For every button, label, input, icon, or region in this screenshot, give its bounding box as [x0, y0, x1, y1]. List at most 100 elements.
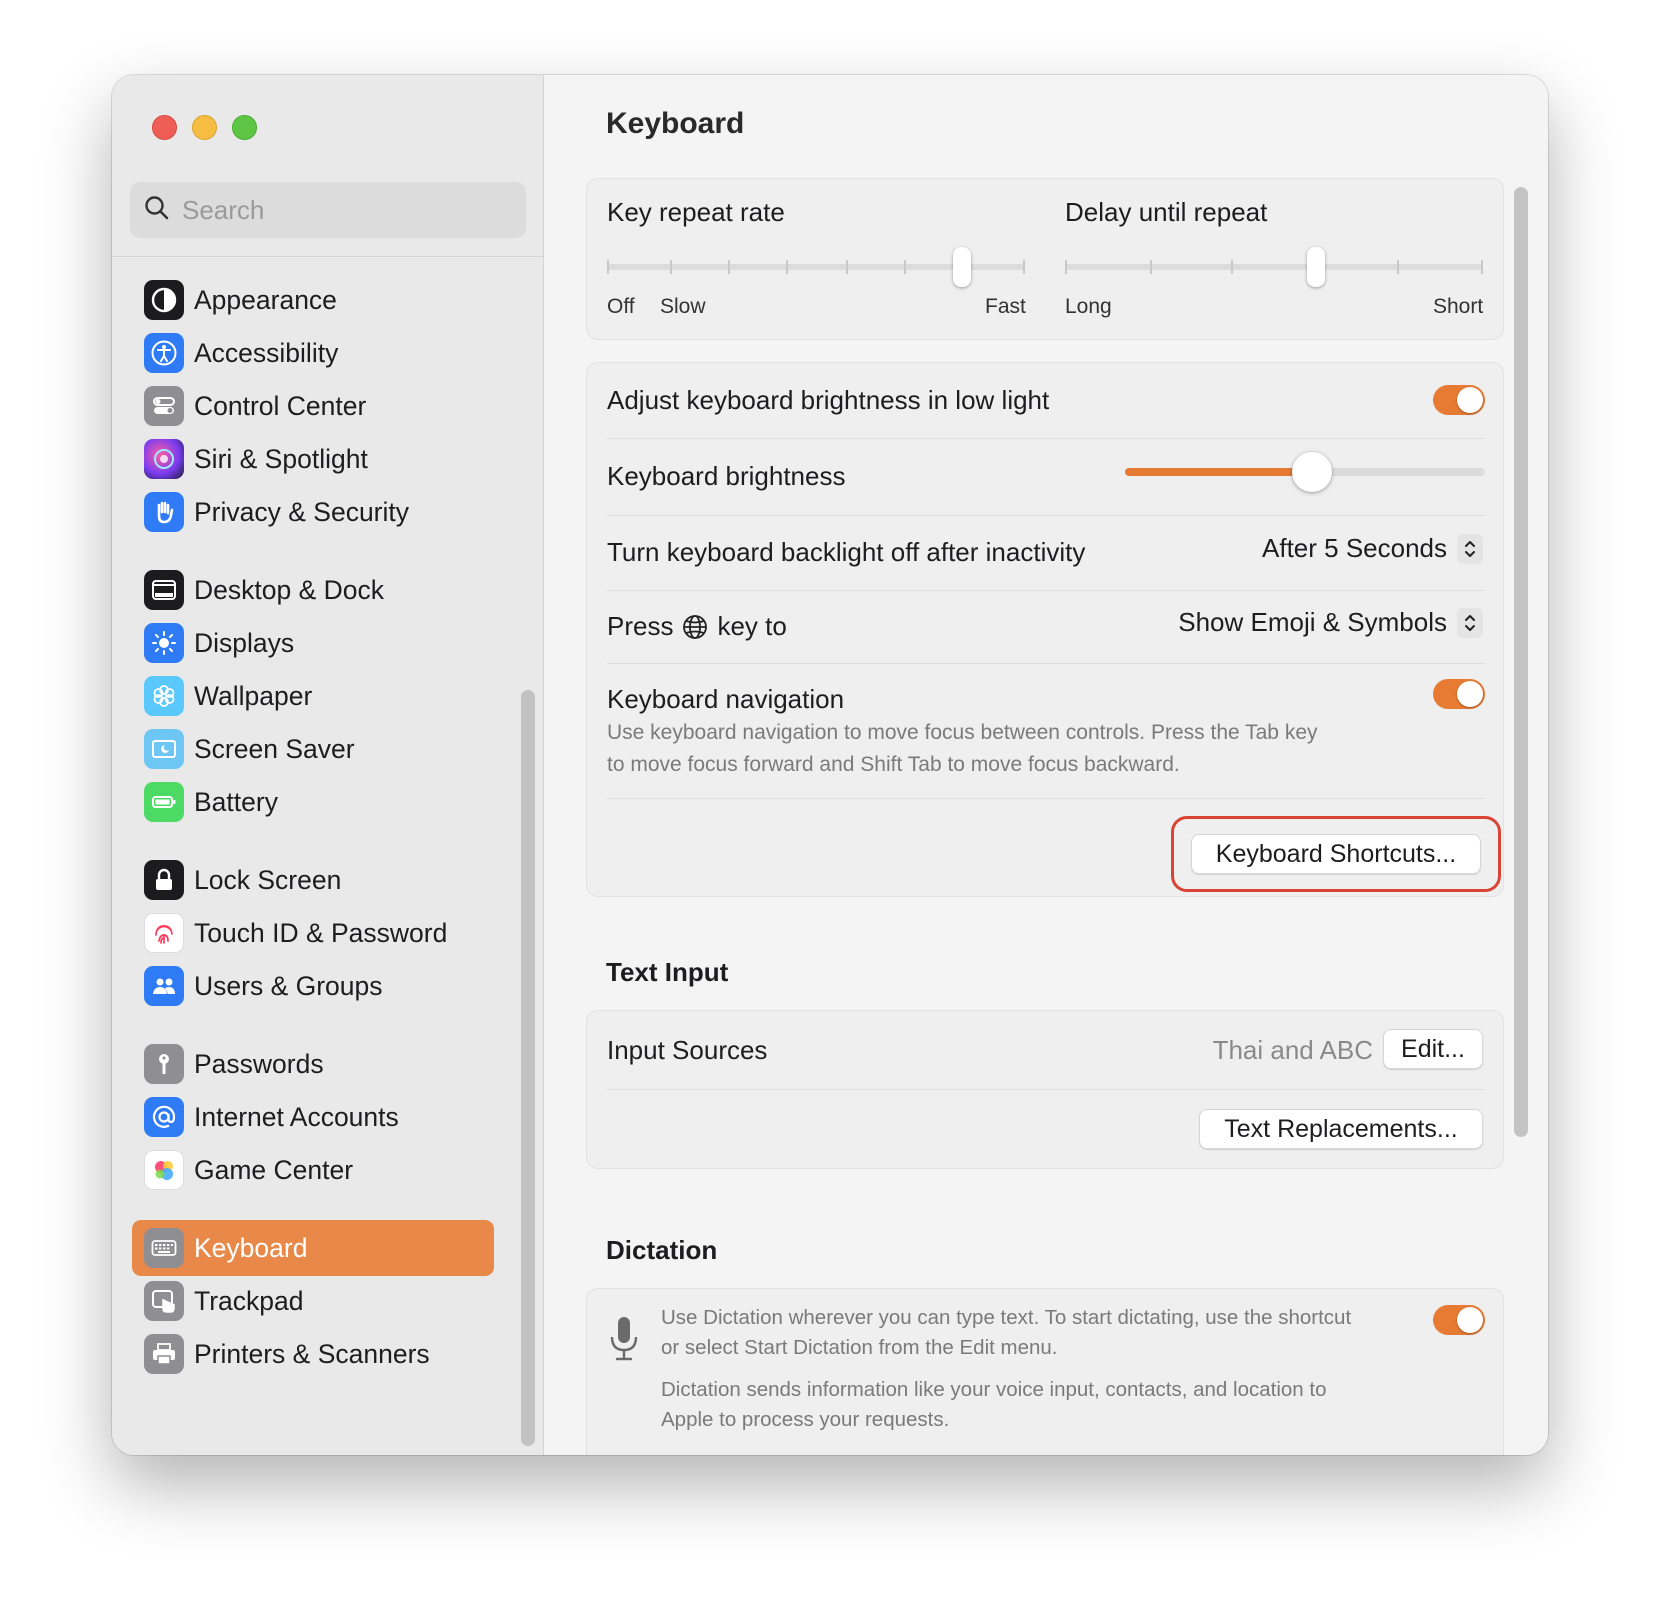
sidebar-item-label: Lock Screen [194, 864, 342, 895]
backlight-off-label: Turn keyboard backlight off after inacti… [607, 537, 1086, 567]
text-replacements-button[interactable]: Text Replacements... [1199, 1109, 1483, 1149]
slider-tick [728, 260, 730, 274]
sidebar-item-users-groups[interactable]: Users & Groups [132, 958, 494, 1014]
sidebar-item-appearance[interactable]: Appearance [132, 272, 494, 328]
slider-tick [607, 260, 609, 274]
zoom-window-button[interactable] [232, 115, 257, 140]
sidebar-item-label: Desktop & Dock [194, 574, 384, 605]
keyboard-navigation-desc-2: to move focus forward and Shift Tab to m… [607, 753, 1180, 776]
sun-icon [144, 623, 184, 663]
key-repeat-slow-label: Slow [660, 295, 706, 318]
page-title: Keyboard [606, 107, 745, 140]
sidebar-item-privacy-security[interactable]: Privacy & Security [132, 484, 494, 540]
sidebar-item-control-center[interactable]: Control Center [132, 378, 494, 434]
sidebar-item-accessibility[interactable]: Accessibility [132, 325, 494, 381]
sidebar-item-battery[interactable]: Battery [132, 774, 494, 830]
search-field[interactable] [130, 182, 526, 238]
brightness-knob[interactable] [1292, 452, 1333, 492]
text-input-card: Input Sources Thai and ABC Edit... Text … [586, 1010, 1504, 1169]
sidebar-item-label: Appearance [194, 284, 337, 315]
minimize-window-button[interactable] [192, 115, 217, 140]
printer-icon [144, 1334, 184, 1374]
delay-repeat-track [1065, 264, 1483, 270]
sidebar-item-trackpad[interactable]: Trackpad [132, 1273, 494, 1329]
sidebar-item-passwords[interactable]: Passwords [132, 1036, 494, 1092]
brightness-fill [1125, 468, 1313, 476]
flower-icon [144, 676, 184, 716]
sidebar-item-label: Siri & Spotlight [194, 443, 368, 474]
delay-repeat-slider[interactable] [1065, 245, 1483, 289]
dictation-toggle[interactable] [1433, 1305, 1485, 1335]
globe-key-popup[interactable]: Show Emoji & Symbols [1178, 607, 1483, 638]
dictation-desc-2: or select Start Dictation from the Edit … [661, 1336, 1058, 1359]
key-repeat-slider[interactable] [607, 245, 1025, 289]
backlight-timeout-value: After 5 Seconds [1262, 533, 1447, 563]
slider-tick [1481, 260, 1483, 274]
sidebar-item-label: Printers & Scanners [194, 1338, 430, 1369]
sidebar-scrollbar[interactable] [521, 690, 535, 1446]
sidebar-item-touch-id[interactable]: Touch ID & Password [132, 905, 494, 961]
slider-tick [1150, 260, 1152, 274]
sidebar-item-desktop-dock[interactable]: Desktop & Dock [132, 562, 494, 618]
slider-tick [786, 260, 788, 274]
sidebar-item-label: Game Center [194, 1154, 354, 1185]
dictation-card: Use Dictation wherever you can type text… [586, 1288, 1504, 1455]
adjust-brightness-label: Adjust keyboard brightness in low light [607, 385, 1050, 415]
slider-tick [846, 260, 848, 274]
sidebar-item-label: Keyboard [194, 1232, 308, 1263]
trackpad-icon [144, 1281, 184, 1321]
slider-tick [1231, 260, 1233, 274]
sidebar-item-label: Battery [194, 786, 278, 817]
delay-short-label: Short [1433, 295, 1484, 318]
row-divider [607, 590, 1485, 591]
delay-repeat-knob[interactable] [1306, 247, 1325, 287]
sidebar-item-printers-scanners[interactable]: Printers & Scanners [132, 1326, 494, 1382]
sidebar-item-game-center[interactable]: Game Center [132, 1142, 494, 1198]
repeat-settings-card: Key repeat rate Delay until repeat Off S… [586, 178, 1504, 340]
sidebar-item-internet-accounts[interactable]: Internet Accounts [132, 1089, 494, 1145]
sidebar-item-siri-spotlight[interactable]: Siri & Spotlight [132, 431, 494, 487]
keyboard-icon [144, 1228, 184, 1268]
sidebar-divider [112, 256, 544, 257]
hand-icon [144, 492, 184, 532]
dictation-desc-3: Dictation sends information like your vo… [661, 1378, 1327, 1401]
search-icon [144, 195, 170, 226]
dictation-heading: Dictation [606, 1235, 718, 1265]
keyboard-brightness-slider[interactable] [1125, 451, 1485, 493]
keyboard-shortcuts-button[interactable]: Keyboard Shortcuts... [1191, 834, 1481, 874]
chevron-up-down-icon [1457, 533, 1483, 564]
key-icon [144, 1044, 184, 1084]
sidebar-item-keyboard[interactable]: Keyboard [132, 1220, 494, 1276]
backlight-timeout-popup[interactable]: After 5 Seconds [1262, 533, 1483, 564]
press-prefix: Press [607, 611, 674, 641]
sidebar-item-label: Passwords [194, 1048, 324, 1079]
battery-icon [144, 782, 184, 822]
slider-tick [1397, 260, 1399, 274]
text-input-heading: Text Input [606, 957, 729, 987]
sidebar-item-wallpaper[interactable]: Wallpaper [132, 668, 494, 724]
sidebar-item-label: Touch ID & Password [194, 917, 448, 948]
settings-window: Appearance Accessibility Control Center … [112, 75, 1548, 1455]
keyboard-navigation-toggle[interactable] [1433, 679, 1485, 709]
press-globe-label: Press key to [607, 611, 787, 642]
slider-tick [904, 260, 906, 274]
window-controls [152, 115, 257, 140]
content-scrollbar[interactable] [1514, 187, 1528, 1137]
sidebar-item-displays[interactable]: Displays [132, 615, 494, 671]
sidebar-item-lock-screen[interactable]: Lock Screen [132, 852, 494, 908]
row-divider [607, 663, 1485, 664]
search-input[interactable] [182, 194, 502, 226]
accessibility-icon [144, 333, 184, 373]
dictation-desc-1: Use Dictation wherever you can type text… [661, 1306, 1352, 1329]
sidebar-item-label: Users & Groups [194, 970, 383, 1001]
slider-tick [1023, 260, 1025, 274]
sidebar-item-screen-saver[interactable]: Screen Saver [132, 721, 494, 777]
microphone-icon [607, 1315, 641, 1368]
keyboard-navigation-label: Keyboard navigation [607, 684, 845, 714]
desktop-dock-icon [144, 570, 184, 610]
lock-icon [144, 860, 184, 900]
edit-input-sources-button[interactable]: Edit... [1383, 1029, 1483, 1069]
adjust-brightness-toggle[interactable] [1433, 385, 1485, 415]
close-window-button[interactable] [152, 115, 177, 140]
key-repeat-knob[interactable] [953, 247, 972, 287]
